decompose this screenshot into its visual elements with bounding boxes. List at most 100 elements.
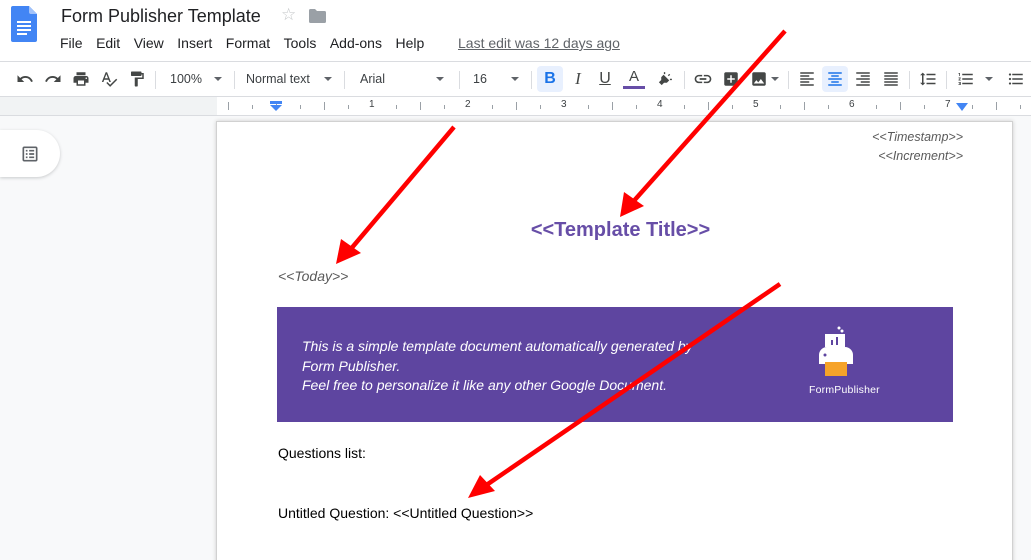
ruler-tick [684, 105, 685, 109]
ruler-tick [228, 102, 229, 110]
italic-icon: I [575, 69, 581, 88]
google-docs-window: Form Publisher Template ☆ File Edit View… [0, 0, 1031, 560]
align-right-button[interactable] [851, 67, 875, 91]
chevron-down-icon [511, 77, 519, 81]
font-select[interactable]: Arial [352, 67, 452, 91]
horizontal-ruler[interactable]: 1 2 3 4 5 6 7 [0, 96, 1031, 116]
header-bar: Form Publisher Template ☆ File Edit View… [0, 0, 1031, 62]
chevron-down-icon [770, 77, 779, 81]
menu-help[interactable]: Help [395, 34, 424, 52]
bulleted-list-button[interactable] [1004, 67, 1028, 91]
ruler-tick [396, 105, 397, 109]
increment-placeholder: <<Increment>> [878, 149, 963, 163]
banner-line: Form Publisher. [302, 357, 401, 374]
ruler-tick [996, 102, 997, 110]
link-icon [694, 74, 712, 84]
last-edit-link[interactable]: Last edit was 12 days ago [458, 34, 620, 52]
text-color-icon: A [628, 68, 639, 85]
banner-line: This is a simple template document autom… [302, 338, 693, 354]
star-icon[interactable]: ☆ [281, 5, 296, 25]
numbered-list-button[interactable] [953, 67, 997, 91]
redo-icon [45, 75, 61, 82]
document-page[interactable]: <<Timestamp>> <<Increment>> <<Template T… [217, 122, 1012, 560]
highlight-button[interactable] [653, 67, 677, 91]
formpublisher-logo-label: FormPublisher [809, 384, 880, 396]
add-box-icon [724, 72, 738, 86]
ruler-tick [900, 102, 901, 110]
paint-format-icon [131, 71, 144, 87]
chevron-down-icon [213, 77, 222, 81]
toolbar-divider [909, 71, 910, 89]
zoom-select[interactable]: 100% [162, 67, 232, 91]
template-title: <<Template Title>> [530, 219, 711, 241]
ruler-tick [444, 105, 445, 109]
menu-view[interactable]: View [134, 34, 164, 52]
outline-list-icon [22, 146, 38, 161]
ruler-tick [1020, 105, 1021, 109]
menu-bar: File Edit View Insert Format Tools Add-o… [60, 34, 438, 52]
underline-icon: U [599, 70, 611, 87]
insert-link-button[interactable] [691, 67, 715, 91]
toolbar-divider [155, 71, 156, 89]
toolbar-divider [344, 71, 345, 89]
image-icon [751, 72, 766, 86]
document-outline-button[interactable] [0, 130, 60, 177]
underline-button[interactable]: U [593, 67, 617, 91]
font-value: Arial [360, 72, 386, 86]
toolbar-divider [684, 71, 685, 89]
justify-button[interactable] [879, 67, 903, 91]
question-item: Untitled Question: <<Untitled Question>> [278, 505, 534, 521]
ruler-label: 6 [849, 99, 855, 110]
toolbar-divider [531, 71, 532, 89]
spellcheck-button[interactable] [98, 67, 120, 91]
folder-icon[interactable] [309, 9, 326, 23]
google-docs-logo-icon[interactable] [11, 6, 37, 42]
text-color-button[interactable]: A [621, 67, 647, 91]
ruler-tick [972, 105, 973, 109]
line-spacing-button[interactable] [916, 67, 940, 91]
undo-icon [17, 75, 33, 82]
ruler-label: 5 [753, 99, 759, 110]
font-size-value: 16 [473, 72, 487, 86]
style-value: Normal text [246, 72, 310, 86]
bold-icon: B [544, 70, 556, 87]
print-icon [73, 72, 89, 86]
numbered-list-icon [958, 73, 973, 85]
ruler-label: 1 [369, 99, 375, 110]
ruler-tick [828, 105, 829, 109]
menu-format[interactable]: Format [226, 34, 270, 52]
ruler-tick [708, 102, 709, 110]
undo-button[interactable] [14, 67, 36, 91]
document-title[interactable]: Form Publisher Template [61, 4, 261, 28]
zoom-value: 100% [170, 72, 202, 86]
chevron-down-icon [436, 77, 444, 81]
menu-add-ons[interactable]: Add-ons [330, 34, 382, 52]
menu-file[interactable]: File [60, 34, 83, 52]
bold-button[interactable]: B [537, 66, 563, 92]
menu-tools[interactable]: Tools [284, 34, 317, 52]
paint-format-button[interactable] [126, 67, 148, 91]
left-indent-marker-icon[interactable] [269, 101, 283, 111]
insert-comment-button[interactable] [720, 67, 742, 91]
menu-insert[interactable]: Insert [177, 34, 212, 52]
italic-button[interactable]: I [566, 67, 590, 91]
ruler-tick [540, 105, 541, 109]
align-center-button[interactable] [822, 66, 848, 92]
info-banner: This is a simple template document autom… [277, 307, 953, 422]
ruler-tick [516, 102, 517, 110]
style-select[interactable]: Normal text [238, 67, 338, 91]
ruler-label: 7 [945, 99, 951, 110]
ruler-page-area: 1 2 3 4 5 6 7 [217, 97, 1031, 115]
menu-edit[interactable]: Edit [96, 34, 120, 52]
insert-image-button[interactable] [747, 67, 781, 91]
ruler-label: 2 [465, 99, 471, 110]
ruler-tick [588, 105, 589, 109]
align-center-icon [828, 72, 842, 86]
print-button[interactable] [70, 67, 92, 91]
align-left-button[interactable] [795, 67, 819, 91]
highlight-pen-icon [658, 72, 672, 86]
ruler-label: 3 [561, 99, 567, 110]
font-size-select[interactable]: 16 [465, 67, 527, 91]
redo-button[interactable] [42, 67, 64, 91]
right-indent-marker-icon[interactable] [955, 103, 969, 111]
